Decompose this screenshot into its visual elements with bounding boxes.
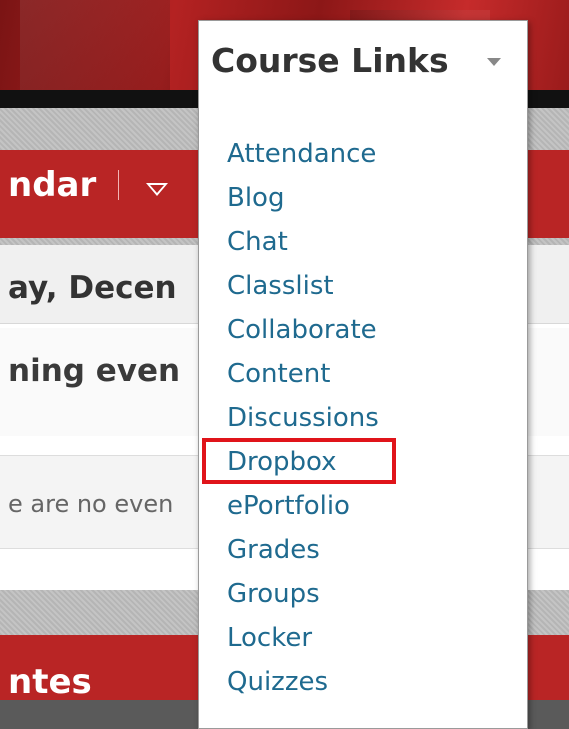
banner-decoration xyxy=(20,0,170,90)
calendar-nav-label[interactable]: ndar xyxy=(8,165,96,205)
notes-label: ntes xyxy=(8,662,92,702)
link-blog[interactable]: Blog xyxy=(227,178,379,222)
dropdown-triangle-icon[interactable] xyxy=(146,183,168,196)
link-content[interactable]: Content xyxy=(227,354,379,398)
dropbox-highlight-box xyxy=(202,438,396,484)
link-attendance[interactable]: Attendance xyxy=(227,134,379,178)
link-chat[interactable]: Chat xyxy=(227,222,379,266)
link-discussions[interactable]: Discussions xyxy=(227,398,379,442)
no-events-message: e are no even xyxy=(8,490,174,518)
chevron-down-icon[interactable] xyxy=(487,58,501,66)
nav-separator xyxy=(118,170,119,200)
course-links-dropdown: Course Links Attendance Blog Chat Classl… xyxy=(198,20,528,729)
link-groups[interactable]: Groups xyxy=(227,574,379,618)
link-locker[interactable]: Locker xyxy=(227,618,379,662)
course-links-title[interactable]: Course Links xyxy=(211,41,449,80)
date-heading: ay, Decen xyxy=(8,270,177,306)
link-eportfolio[interactable]: ePortfolio xyxy=(227,486,379,530)
link-grades[interactable]: Grades xyxy=(227,530,379,574)
course-links-list: Attendance Blog Chat Classlist Collabora… xyxy=(227,134,379,706)
link-quizzes[interactable]: Quizzes xyxy=(227,662,379,706)
link-classlist[interactable]: Classlist xyxy=(227,266,379,310)
upcoming-events-heading: ning even xyxy=(8,353,181,389)
link-collaborate[interactable]: Collaborate xyxy=(227,310,379,354)
